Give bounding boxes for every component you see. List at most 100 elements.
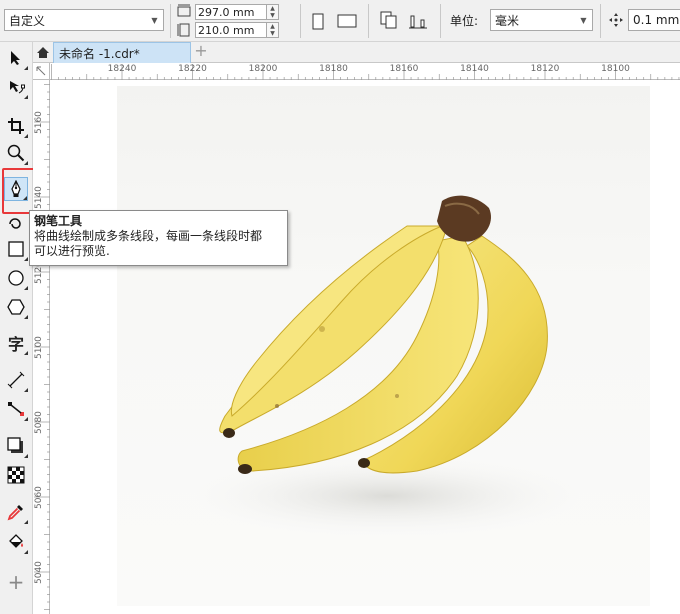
drawing-canvas[interactable] <box>50 80 680 614</box>
paint-bucket-icon <box>9 534 23 548</box>
parallel-dimension-tool[interactable] <box>4 368 28 392</box>
ruler-label: 18200 <box>248 64 278 74</box>
landscape-button[interactable] <box>336 10 358 32</box>
flyout-indicator <box>24 95 28 99</box>
chevron-down-icon: ▼ <box>580 15 587 25</box>
text-tool[interactable]: 字 <box>4 331 28 355</box>
ruler-label: 5140 <box>34 186 44 209</box>
spiral-icon <box>9 218 21 229</box>
rectangle-tool[interactable] <box>4 237 28 261</box>
checker-icon <box>7 466 25 484</box>
unit-select[interactable]: 毫米 ▼ <box>490 9 593 31</box>
ruler-label: 5040 <box>34 561 44 584</box>
drop-shadow-tool[interactable] <box>4 434 28 458</box>
tooltip-line-1: 将曲线绘制成多条线段，每画一条线段时都 <box>34 229 263 243</box>
separator <box>600 4 601 38</box>
artistic-media-tool[interactable] <box>4 212 28 236</box>
unit-value: 毫米 <box>495 13 520 28</box>
document-tab-bar: 未命名 -1.cdr* + <box>33 42 680 63</box>
eyedropper-tool[interactable] <box>4 500 28 524</box>
page-height-icon <box>174 21 194 39</box>
ruler-origin[interactable] <box>33 63 50 80</box>
ruler-label: 5100 <box>34 336 44 359</box>
banana-image <box>187 195 587 536</box>
flyout-indicator <box>24 550 28 554</box>
ruler-label: 5060 <box>34 486 44 509</box>
crop-tool[interactable] <box>4 114 28 138</box>
property-bar: 自定义 ▼ 297.0 mm ▲ ▼ 210.0 mm ▲ ▼ 单位: 毫米 ▼ 0… <box>0 0 680 42</box>
all-pages-button[interactable] <box>378 9 400 31</box>
toolbox: 字 + <box>0 42 38 614</box>
tooltip: 钢笔工具 将曲线绘制成多条线段，每画一条线段时都 可以进行预览. <box>29 210 288 266</box>
hexagon-icon <box>7 299 25 315</box>
add-tool[interactable]: + <box>4 570 28 594</box>
separator <box>300 4 301 38</box>
current-page-button[interactable] <box>407 9 429 31</box>
flyout-indicator <box>24 286 28 290</box>
home-icon <box>37 46 49 58</box>
flyout-indicator <box>24 351 28 355</box>
shadow-icon <box>7 437 23 453</box>
connector-tool[interactable] <box>4 397 28 421</box>
plus-icon: + <box>7 570 25 594</box>
rectangle-icon <box>8 241 24 257</box>
ruler-label: 18140 <box>460 64 489 74</box>
portrait-button[interactable] <box>307 10 329 32</box>
interactive-fill-tool[interactable] <box>4 530 28 554</box>
separator <box>440 4 441 38</box>
new-tab-button[interactable]: + <box>193 43 209 60</box>
document-tab-label: 未命名 -1.cdr* <box>59 46 140 61</box>
transparency-tool[interactable] <box>4 463 28 487</box>
ruler-label: 5080 <box>34 411 44 434</box>
shape-tool[interactable] <box>4 75 28 99</box>
flyout-indicator <box>24 454 28 458</box>
flyout-indicator <box>24 520 28 524</box>
arrow-pointer-icon <box>11 51 20 65</box>
page-size-select[interactable]: 自定义 ▼ <box>4 9 164 31</box>
ellipse-tool[interactable] <box>4 266 28 290</box>
banana-photo[interactable] <box>117 86 650 606</box>
ruler-label: 5160 <box>34 111 44 134</box>
separator <box>170 4 171 38</box>
ruler-label: 18120 <box>530 64 560 74</box>
flyout-indicator <box>24 134 28 138</box>
flyout-indicator <box>24 315 28 319</box>
crop-icon <box>8 118 24 134</box>
chevron-down-icon: ▼ <box>151 15 158 25</box>
page-height-field[interactable]: 210.0 mm <box>195 22 267 38</box>
magnifier-icon <box>7 144 25 162</box>
eyedropper-icon <box>7 505 23 521</box>
ruler-label: 18100 <box>601 64 630 74</box>
zoom-tool[interactable] <box>4 141 28 165</box>
flyout-indicator <box>24 257 28 261</box>
horizontal-ruler[interactable]: 18240 18220 18200 18180 18160 18140 18120 18100 <box>50 63 680 80</box>
ellipse-icon <box>8 270 24 286</box>
page-size-value: 自定义 <box>9 13 46 28</box>
flyout-indicator <box>24 388 28 392</box>
text-icon: 字 <box>7 335 24 354</box>
separator <box>368 4 369 38</box>
tooltip-line-2: 可以进行预览. <box>34 244 110 258</box>
nudge-icon <box>605 9 627 31</box>
home-tab[interactable] <box>33 42 53 62</box>
node-edit-icon <box>10 81 25 94</box>
unit-label: 单位: <box>450 14 479 28</box>
ruler-label: 18240 <box>107 64 137 74</box>
flyout-indicator <box>24 417 28 421</box>
ruler-label: 18220 <box>178 64 207 74</box>
polygon-tool[interactable] <box>4 295 28 319</box>
page-width-icon <box>174 2 194 20</box>
page-width-spinner[interactable]: ▲ ▼ <box>267 4 279 20</box>
flyout-indicator <box>24 161 28 165</box>
ruler-label: 18160 <box>389 64 419 74</box>
vertical-ruler[interactable]: 5160 5140 5120 5100 5080 5060 5040 <box>33 80 50 614</box>
connector-icon <box>8 402 24 416</box>
page-height-spinner[interactable]: ▲ ▼ <box>267 22 279 38</box>
dimension-icon <box>7 371 25 389</box>
pick-tool[interactable] <box>4 46 28 70</box>
document-tab[interactable]: 未命名 -1.cdr* <box>53 42 191 63</box>
nudge-distance-field[interactable]: 0.1 mm <box>628 9 680 31</box>
ruler-label: 18180 <box>319 64 348 74</box>
page-width-field[interactable]: 297.0 mm <box>195 4 267 20</box>
flyout-indicator <box>24 66 28 70</box>
